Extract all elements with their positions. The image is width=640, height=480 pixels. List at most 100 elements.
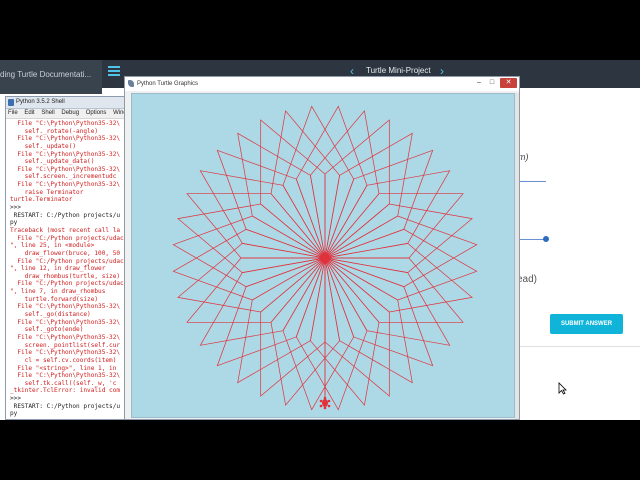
- shell-titlebar[interactable]: Python 3.5.2 Shell: [6, 97, 129, 109]
- shell-line: self._goto(ende): [10, 326, 84, 334]
- shell-line: self._update(): [10, 142, 77, 150]
- rhombus-petal: [324, 193, 464, 259]
- shell-title: Python 3.5.2 Shell: [16, 99, 65, 105]
- python-icon: [8, 99, 14, 106]
- close-button[interactable]: ✕: [500, 78, 517, 88]
- rhombus-petal: [282, 105, 355, 259]
- rhombus-petal: [324, 257, 390, 397]
- slider-handle[interactable]: [543, 236, 549, 242]
- shell-line: File "C:/Python projects/udac: [10, 280, 124, 288]
- browser-tab-title: ding Turtle Documentati...: [0, 70, 92, 79]
- menu-options[interactable]: Options: [86, 110, 107, 116]
- rhombus-petal: [324, 257, 464, 323]
- shell-output[interactable]: File "C:\Python\Python35-32\ self._rotat…: [6, 119, 129, 418]
- mouse-cursor-icon: [558, 382, 567, 395]
- shell-line: self._update_data(): [10, 158, 95, 166]
- browser-tab[interactable]: ding Turtle Documentati...: [0, 60, 102, 94]
- menu-file[interactable]: File: [8, 110, 18, 116]
- rhombus-petal: [177, 203, 326, 273]
- turtle-window-title: Python Turtle Graphics: [137, 81, 199, 87]
- shell-menubar: File Edit Shell Debug Options Wind: [6, 109, 129, 119]
- rhombus-petal: [260, 119, 326, 259]
- shell-line: File "C:\Python\Python35-32\: [10, 303, 121, 311]
- turtle-canvas: [131, 93, 515, 418]
- rhombus-petal: [260, 257, 326, 397]
- rhombus-petal: [295, 257, 368, 411]
- lesson-title: Turtle Mini-Project: [366, 66, 431, 75]
- shell-line: ", line 12, in draw_flower: [10, 265, 106, 273]
- rhombus-petal: [310, 110, 380, 259]
- rhombus-petal: [324, 243, 473, 313]
- shell-line: screen._pointlist(self.cur: [10, 341, 121, 349]
- turtle-cursor-icon: [319, 396, 331, 410]
- turtle-titlebar[interactable]: Python Turtle Graphics – □ ✕: [125, 77, 519, 91]
- shell-line: Traceback (most recent call la: [10, 226, 121, 234]
- menu-edit[interactable]: Edit: [24, 110, 34, 116]
- shell-line: cl = self.cv.coords(item): [10, 356, 117, 364]
- shell-line: File "<string>", line 1, in: [10, 364, 117, 372]
- rhombus-petal: [270, 110, 340, 259]
- shell-line: self.screen._incrementudc: [10, 173, 117, 181]
- rhombus-petal: [282, 257, 355, 411]
- letterbox-top: [0, 0, 640, 60]
- shell-line: File "C:\Python\Python35-32\: [10, 333, 121, 341]
- shell-line: File "C:\Python\Python35-32\: [10, 372, 121, 380]
- shell-line: self._go(distance): [10, 311, 91, 319]
- shell-line: self._rotate(-angle): [10, 127, 99, 135]
- shell-line: File "C:\Python\Python35-32\: [10, 135, 121, 143]
- shell-line: File "C:/Python projects/udac: [10, 234, 124, 242]
- maximize-button[interactable]: □: [486, 78, 498, 88]
- shell-line: ", line 25, in <module>: [10, 242, 95, 250]
- shell-line: draw_rhombus(turtle, size): [10, 272, 121, 280]
- shell-line: >>>: [10, 395, 25, 403]
- rhombus-petal: [186, 257, 326, 323]
- vertical-scrollbar[interactable]: [515, 93, 519, 419]
- shell-line: py: [10, 219, 18, 227]
- shell-line: File "C:\Python\Python35-32\: [10, 165, 121, 173]
- rhombus-petal: [172, 228, 326, 301]
- turtle-graphics-window[interactable]: Python Turtle Graphics – □ ✕: [124, 76, 520, 420]
- slider-track: [518, 181, 546, 182]
- quiz-text-fragment: ead): [517, 274, 538, 285]
- shell-line: turtle.Terminator: [10, 196, 73, 204]
- shell-line: turtle.forward(size): [10, 295, 99, 303]
- shell-line: ", line 7, in draw_rhombus: [10, 288, 106, 296]
- divider: [520, 346, 640, 347]
- feather-icon: [128, 80, 134, 87]
- rhombus-petal: [270, 257, 340, 406]
- shell-line: draw_flower(bruce, 100, 50: [10, 249, 121, 257]
- rhombus-petal: [186, 193, 326, 259]
- rhombus-petal: [324, 119, 390, 259]
- shell-line: raise Terminator: [10, 188, 84, 196]
- menu-shell[interactable]: Shell: [41, 110, 54, 116]
- quiz-panel: [520, 88, 640, 420]
- rhombus-petal: [295, 105, 368, 259]
- menu-icon[interactable]: [108, 66, 120, 76]
- menu-debug[interactable]: Debug: [61, 110, 79, 116]
- letterbox-bottom: [0, 420, 640, 480]
- shell-line: File "C:\Python\Python35-32\: [10, 120, 121, 127]
- rhombus-petal: [172, 215, 326, 288]
- slider-track: [518, 239, 544, 240]
- shell-line: _tkinter.TclError: invalid com: [10, 387, 121, 395]
- shell-line: File "C:/Python projects/udac: [10, 257, 124, 265]
- shell-line: File "C:\Python\Python35-32\: [10, 349, 121, 357]
- shell-line: >>>: [10, 204, 25, 212]
- rhombus-petal: [177, 243, 326, 313]
- shell-line: File "C:\Python\Python35-32\: [10, 150, 121, 158]
- rhombus-petal: [324, 149, 434, 259]
- shell-line: self.tk.call((self._w, 'c: [10, 379, 117, 387]
- rhombus-petal: [216, 149, 326, 259]
- minimize-button[interactable]: –: [473, 78, 485, 88]
- rhombus-petal: [324, 228, 478, 301]
- rhombus-petal: [324, 203, 473, 273]
- flower-drawing: [172, 105, 478, 411]
- rhombus-petal: [324, 257, 434, 367]
- rhombus-petal: [216, 257, 326, 367]
- shell-line: RESTART: C:/Python projects/u: [10, 402, 121, 410]
- submit-answer-button[interactable]: SUBMIT ANSWER: [550, 314, 623, 334]
- shell-line: py: [10, 410, 18, 418]
- rhombus-petal: [310, 257, 380, 406]
- shell-line: RESTART: C:/Python projects/u: [10, 211, 121, 219]
- python-shell-window[interactable]: Python 3.5.2 Shell File Edit Shell Debug…: [5, 96, 130, 420]
